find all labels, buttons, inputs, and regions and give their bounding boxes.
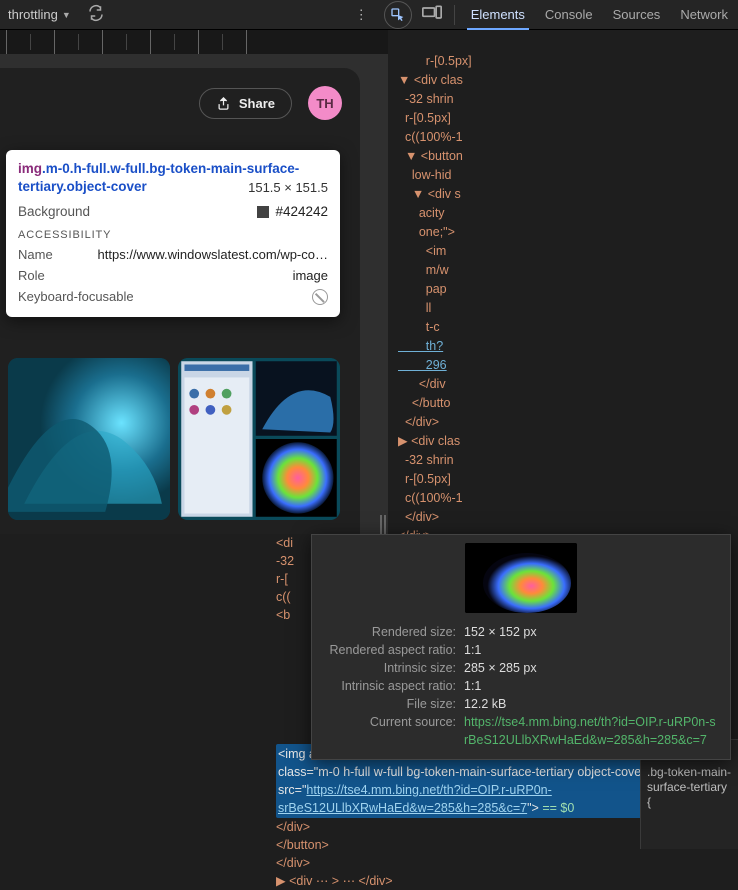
devtools-toolbar: throttling ▼ ⋮ Elements Console Sources … xyxy=(0,0,738,30)
tab-sources[interactable]: Sources xyxy=(603,0,671,30)
share-label: Share xyxy=(239,96,275,111)
throttling-dropdown[interactable]: throttling ▼ xyxy=(0,7,79,22)
image-preview-thumbnail xyxy=(465,543,577,613)
divider xyxy=(454,5,455,25)
more-menu-icon[interactable]: ⋮ xyxy=(343,7,380,23)
intrinsic-size-label: Intrinsic size: xyxy=(324,659,456,677)
background-value: #424242 xyxy=(275,204,328,219)
tab-console[interactable]: Console xyxy=(535,0,603,30)
rotate-icon[interactable] xyxy=(79,4,113,25)
intrinsic-aspect-ratio-value: 1:1 xyxy=(464,677,481,695)
current-source-value[interactable]: https://tse4.mm.bing.net/th?id=OIP.r-uRP… xyxy=(464,713,718,749)
element-dimensions: 151.5 × 151.5 xyxy=(248,180,328,195)
rendered-size-label: Rendered size: xyxy=(324,623,456,641)
tab-network[interactable]: Network xyxy=(670,0,738,30)
rendered-aspect-ratio-label: Rendered aspect ratio: xyxy=(324,641,456,659)
device-ruler xyxy=(0,30,388,54)
css-rule: .bg-token-main-surface-tertiary { xyxy=(647,765,732,810)
thumbnail-1[interactable] xyxy=(8,358,170,520)
a11y-name-value: https://www.windowslatest.com/wp-co… xyxy=(98,247,328,262)
devtools-tabs: Elements Console Sources Network xyxy=(461,0,738,30)
image-hover-popover: Rendered size: 152 × 152 px Rendered aspe… xyxy=(311,534,731,760)
share-button[interactable]: Share xyxy=(199,88,292,119)
file-size-label: File size: xyxy=(324,695,456,713)
a11y-role-label: Role xyxy=(18,268,45,283)
inspect-element-button[interactable] xyxy=(384,1,412,29)
a11y-kf-label: Keyboard-focusable xyxy=(18,289,134,305)
element-inspector-tooltip: img.m-0.h-full.w-full.bg-token-main-surf… xyxy=(6,150,340,317)
rendered-aspect-ratio-value: 1:1 xyxy=(464,641,481,659)
thumbnail-2[interactable] xyxy=(178,358,340,520)
color-swatch xyxy=(257,206,269,218)
a11y-name-label: Name xyxy=(18,247,53,262)
rendered-size-value: 152 × 152 px xyxy=(464,623,537,641)
current-source-label: Current source: xyxy=(324,713,456,749)
avatar[interactable]: TH xyxy=(308,86,342,120)
tab-elements[interactable]: Elements xyxy=(461,0,535,30)
intrinsic-aspect-ratio-label: Intrinsic aspect ratio: xyxy=(324,677,456,695)
throttling-label: throttling xyxy=(8,7,58,22)
a11y-role-value: image xyxy=(293,268,328,283)
device-toolbar-icon[interactable] xyxy=(416,5,448,24)
accessibility-heading: ACCESSIBILITY xyxy=(18,229,328,241)
file-size-value: 12.2 kB xyxy=(464,695,506,713)
intrinsic-size-value: 285 × 285 px xyxy=(464,659,537,677)
chevron-down-icon: ▼ xyxy=(62,10,71,20)
not-focusable-icon xyxy=(312,289,328,305)
background-label: Background xyxy=(18,204,90,219)
